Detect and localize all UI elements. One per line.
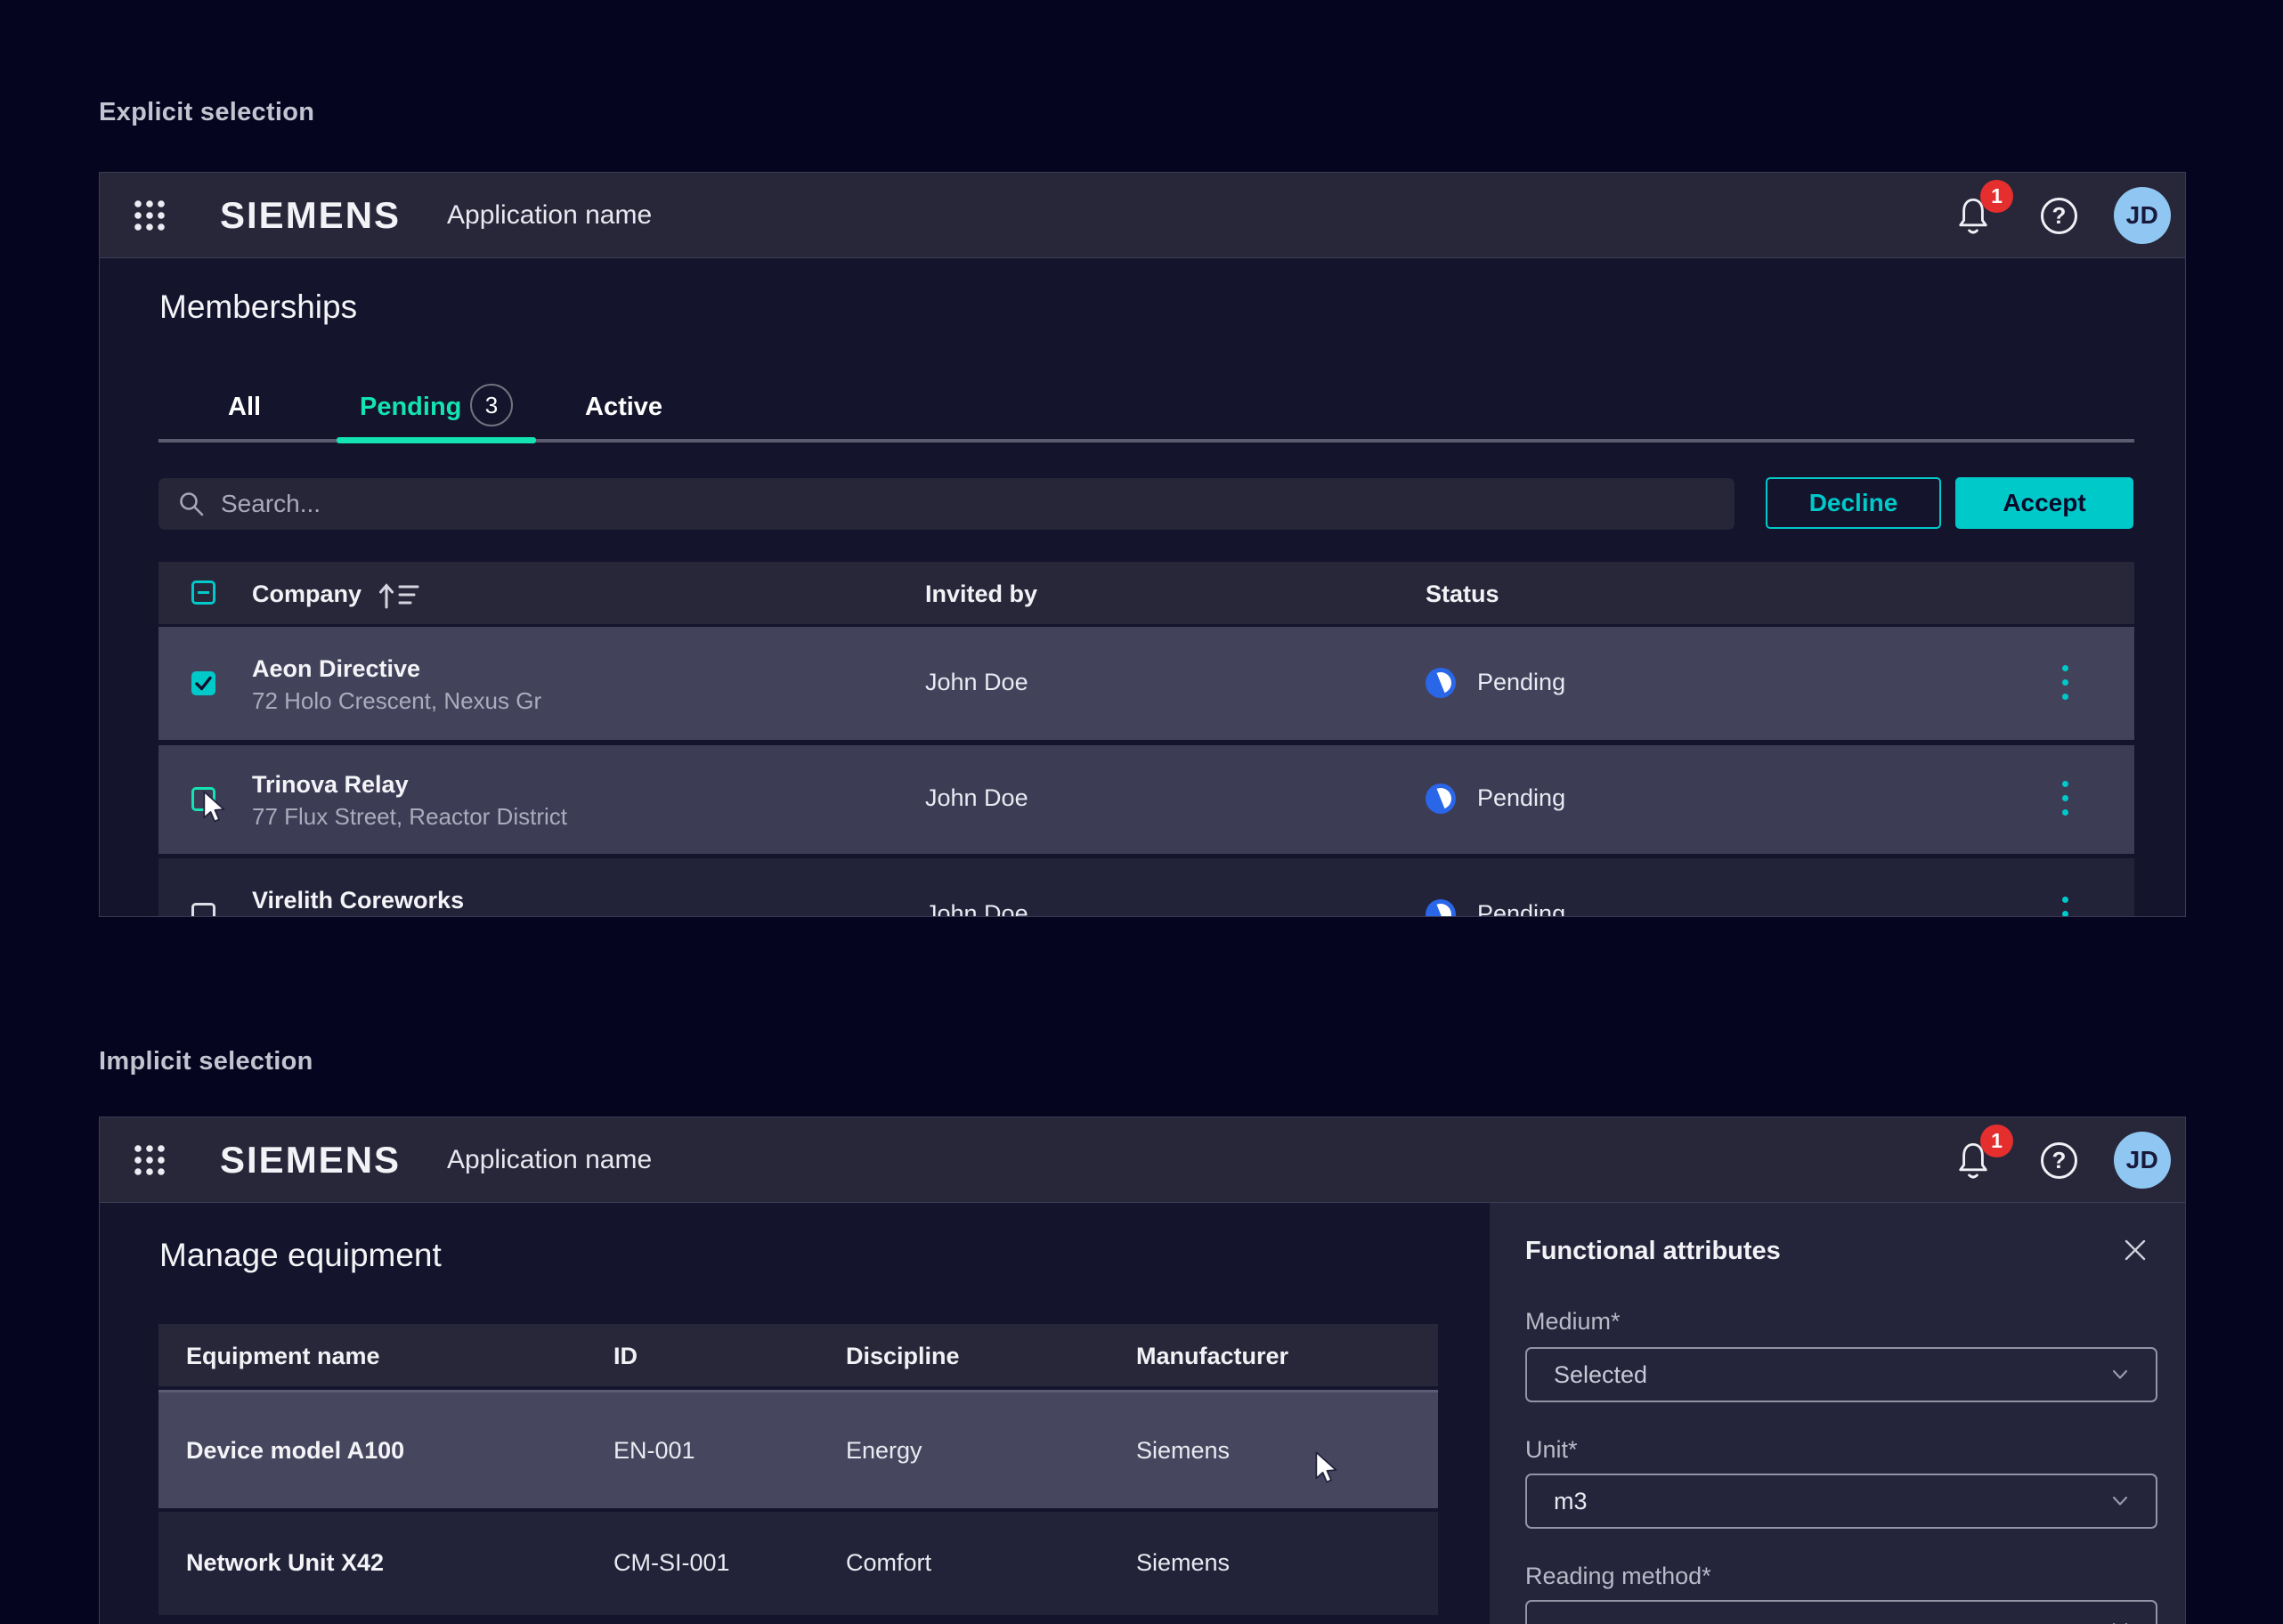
- app-header: SIEMENS Application name 1 ? JD: [100, 1117, 2185, 1203]
- column-header-id[interactable]: ID: [613, 1343, 638, 1370]
- notification-count-badge: 1: [1980, 180, 2013, 213]
- table-row[interactable]: Network Unit X42 CM-SI-001 Comfort Sieme…: [158, 1512, 1438, 1615]
- equipment-id: CM-SI-001: [613, 1549, 730, 1577]
- memberships-table-header: Company Invited by Status: [158, 562, 2134, 624]
- equipment-discipline: Energy: [846, 1437, 922, 1465]
- row-checkbox-checked[interactable]: [191, 671, 215, 695]
- column-header-company[interactable]: Company: [252, 581, 362, 608]
- row-checkbox-unchecked[interactable]: [191, 903, 215, 917]
- app-launcher-icon[interactable]: [132, 1142, 167, 1178]
- tab-active[interactable]: Active: [585, 393, 662, 422]
- row-menu-kebab-icon[interactable]: [2062, 897, 2069, 917]
- close-icon[interactable]: [2122, 1237, 2149, 1263]
- equipment-name: Device model A100: [186, 1437, 404, 1465]
- row-menu-kebab-icon[interactable]: [2062, 781, 2069, 824]
- status-value: Pending: [1477, 784, 1565, 812]
- field-label-medium: Medium*: [1525, 1308, 1621, 1336]
- company-address: 77 Flux Street, Reactor District: [252, 803, 567, 831]
- page-title: Memberships: [159, 288, 357, 326]
- equipment-manufacturer: Siemens: [1136, 1437, 1230, 1465]
- company-name: Virelith Coreworks: [252, 887, 464, 914]
- invited-by-value: John Doe: [925, 669, 1028, 696]
- row-menu-kebab-icon[interactable]: [2062, 665, 2069, 708]
- select-all-checkbox-indeterminate[interactable]: [191, 581, 215, 605]
- functional-attributes-panel: Functional attributes Medium* Selected U…: [1490, 1203, 2186, 1624]
- company-address: 72 Holo Crescent, Nexus Gr: [252, 687, 541, 715]
- app-launcher-icon[interactable]: [132, 198, 167, 233]
- company-name: Aeon Directive: [252, 655, 420, 683]
- user-avatar[interactable]: JD: [2114, 187, 2171, 244]
- equipment-manufacturer: Siemens: [1136, 1549, 1230, 1577]
- mouse-cursor: [1312, 1451, 1343, 1485]
- column-header-manufacturer[interactable]: Manufacturer: [1136, 1343, 1288, 1370]
- tab-all[interactable]: All: [228, 393, 261, 422]
- active-tab-indicator: [337, 437, 536, 443]
- reading-method-select[interactable]: [1525, 1600, 2157, 1624]
- help-icon[interactable]: ?: [2041, 1142, 2077, 1179]
- equipment-name: Network Unit X42: [186, 1549, 384, 1577]
- field-label-reading-method: Reading method*: [1525, 1563, 1711, 1590]
- table-row[interactable]: Aeon Directive 72 Holo Crescent, Nexus G…: [158, 627, 2134, 740]
- invited-by-value: John Doe: [925, 784, 1028, 812]
- equipment-id: EN-001: [613, 1437, 695, 1465]
- section-label-implicit: Implicit selection: [99, 1047, 313, 1076]
- manage-equipment-window: SIEMENS Application name 1 ? JD Manage e…: [99, 1116, 2186, 1624]
- column-header-discipline[interactable]: Discipline: [846, 1343, 960, 1370]
- unit-select[interactable]: m3: [1525, 1474, 2157, 1529]
- column-header-status[interactable]: Status: [1426, 581, 1499, 608]
- medium-select[interactable]: Selected: [1525, 1347, 2157, 1402]
- medium-select-value: Selected: [1554, 1361, 2111, 1389]
- equipment-table-header: Equipment name ID Discipline Manufacture…: [158, 1324, 1438, 1386]
- column-header-equipment-name[interactable]: Equipment name: [186, 1343, 380, 1370]
- table-row[interactable]: Device model A100 EN-001 Energy Siemens: [158, 1390, 1438, 1508]
- search-icon: [178, 491, 205, 517]
- section-label-explicit: Explicit selection: [99, 98, 314, 127]
- app-header: SIEMENS Application name 1 ? JD: [100, 173, 2185, 258]
- panel-title: Functional attributes: [1525, 1237, 1781, 1266]
- field-label-unit: Unit*: [1525, 1436, 1578, 1464]
- chevron-down-icon: [2111, 1368, 2129, 1381]
- table-row[interactable]: Virelith Coreworks John Doe Pending: [158, 858, 2134, 917]
- chevron-down-icon: [2111, 1495, 2129, 1507]
- help-icon[interactable]: ?: [2041, 198, 2077, 234]
- search-field[interactable]: [158, 478, 1735, 530]
- status-value: Pending: [1477, 669, 1565, 696]
- equipment-discipline: Comfort: [846, 1549, 931, 1577]
- search-input[interactable]: [221, 490, 1645, 518]
- tab-pending[interactable]: Pending: [360, 393, 461, 422]
- pending-status-icon: [1426, 899, 1456, 917]
- decline-button[interactable]: Decline: [1766, 477, 1941, 529]
- pending-status-icon: [1426, 784, 1456, 814]
- unit-select-value: m3: [1554, 1488, 2111, 1515]
- status-value: Pending: [1477, 900, 1565, 917]
- checkmark-icon: [191, 671, 215, 695]
- sort-ascending-icon[interactable]: [378, 580, 420, 612]
- pending-status-icon: [1426, 668, 1456, 698]
- page-title: Manage equipment: [159, 1237, 442, 1274]
- user-avatar[interactable]: JD: [2114, 1132, 2171, 1189]
- memberships-window: SIEMENS Application name 1 ? JD Membersh…: [99, 172, 2186, 917]
- invited-by-value: John Doe: [925, 900, 1028, 917]
- table-row[interactable]: Trinova Relay 77 Flux Street, Reactor Di…: [158, 745, 2134, 854]
- accept-button[interactable]: Accept: [1955, 477, 2133, 529]
- siemens-logo: SIEMENS: [220, 1139, 401, 1181]
- company-name: Trinova Relay: [252, 771, 409, 799]
- application-name: Application name: [447, 1145, 652, 1175]
- application-name: Application name: [447, 200, 652, 231]
- column-header-invited-by[interactable]: Invited by: [925, 581, 1037, 608]
- notification-count-badge: 1: [1980, 1125, 2013, 1157]
- siemens-logo: SIEMENS: [220, 194, 401, 237]
- pending-count-badge: 3: [470, 384, 513, 426]
- mouse-cursor: [200, 791, 231, 824]
